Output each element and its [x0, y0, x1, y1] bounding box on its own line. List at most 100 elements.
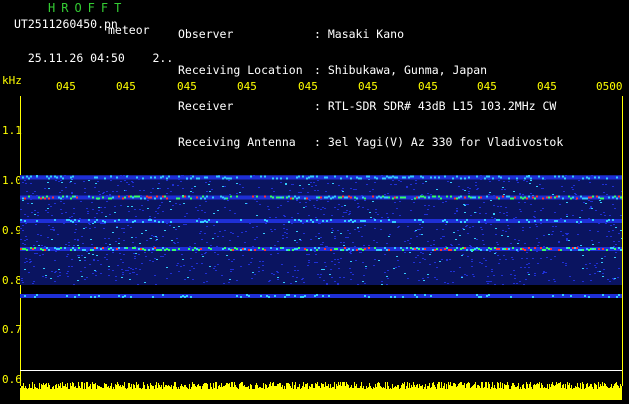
noise-speck [528, 263, 530, 264]
noise-speck [429, 264, 431, 265]
signal-pixel [392, 221, 394, 223]
noise-speck [341, 206, 343, 207]
noise-speck [506, 212, 508, 213]
signal-pixel [418, 296, 420, 298]
signal-pixel [404, 196, 406, 199]
level-bar [347, 384, 348, 400]
noise-speck [228, 180, 230, 181]
noise-speck [37, 212, 39, 213]
noise-speck [471, 251, 473, 252]
signal-pixel [526, 294, 528, 296]
signal-pixel [248, 175, 250, 178]
signal-pixel [226, 197, 228, 200]
signal-pixel [134, 247, 136, 249]
signal-pixel [584, 249, 586, 251]
level-bar [214, 388, 215, 400]
noise-speck [226, 255, 228, 256]
noise-speck [459, 267, 461, 268]
signal-pixel [122, 177, 124, 180]
noise-speck [357, 284, 359, 285]
signal-pixel [274, 219, 276, 221]
noise-speck [104, 238, 106, 239]
signal-pixel [422, 176, 424, 179]
signal-pixel [250, 220, 252, 222]
signal-pixel [34, 296, 36, 298]
noise-speck [337, 259, 339, 260]
signal-pixel [520, 175, 522, 178]
level-bar [343, 382, 344, 400]
signal-pixel [298, 219, 300, 221]
signal-pixel [484, 294, 486, 296]
noise-speck [84, 188, 86, 189]
signal-pixel [80, 219, 82, 221]
signal-pixel [618, 294, 620, 296]
level-bar [566, 389, 567, 400]
level-bar [395, 386, 396, 400]
noise-speck [334, 281, 336, 282]
noise-speck [467, 233, 469, 234]
noise-speck [461, 276, 463, 277]
noise-speck [308, 254, 310, 255]
signal-pixel [180, 221, 182, 223]
signal-pixel [446, 296, 448, 298]
noise-speck [354, 246, 356, 247]
noise-speck [388, 236, 390, 237]
signal-pixel [480, 249, 482, 251]
noise-speck [409, 252, 411, 253]
signal-pixel [310, 296, 312, 298]
level-bar [201, 389, 202, 400]
signal-pixel [320, 176, 322, 179]
noise-speck [537, 263, 539, 264]
noise-speck [520, 211, 522, 212]
signal-pixel [246, 176, 248, 179]
signal-pixel [150, 196, 152, 199]
signal-pixel [586, 294, 588, 296]
signal-pixel [368, 296, 370, 298]
noise-speck [524, 267, 526, 268]
signal-pixel [118, 176, 120, 179]
level-bar [231, 382, 232, 400]
noise-speck [190, 258, 192, 259]
signal-pixel [44, 175, 46, 178]
signal-pixel [110, 220, 112, 222]
signal-pixel [258, 177, 260, 180]
level-bar [114, 389, 115, 400]
noise-speck [345, 212, 347, 213]
noise-speck [75, 224, 77, 225]
noise-speck [77, 245, 79, 246]
signal-pixel [218, 196, 220, 199]
signal-pixel [218, 247, 220, 249]
level-bar [573, 388, 574, 400]
noise-speck [127, 270, 129, 271]
level-bar [127, 388, 128, 400]
level-bar [75, 386, 76, 400]
noise-speck [337, 284, 339, 285]
signal-pixel [406, 197, 408, 200]
level-bar [99, 386, 100, 400]
noise-speck [528, 274, 530, 275]
signal-pixel [158, 197, 160, 200]
signal-pixel [184, 177, 186, 180]
noise-speck [122, 272, 124, 273]
signal-pixel [304, 295, 306, 297]
signal-pixel [200, 248, 202, 250]
signal-pixel [430, 295, 432, 297]
signal-pixel [540, 296, 542, 298]
signal-pixel [84, 296, 86, 298]
signal-pixel [272, 296, 274, 298]
noise-speck [491, 269, 493, 270]
noise-speck [319, 277, 321, 278]
signal-pixel [244, 175, 246, 178]
level-bar [433, 382, 434, 400]
noise-speck [477, 188, 479, 189]
signal-pixel [184, 249, 186, 251]
noise-speck [27, 216, 29, 217]
level-bar [255, 385, 256, 400]
noise-speck [199, 233, 201, 234]
signal-pixel [260, 220, 262, 222]
noise-speck [566, 214, 568, 215]
noise-speck [523, 180, 525, 181]
noise-speck [31, 203, 33, 204]
signal-pixel [478, 248, 480, 250]
level-bar [418, 388, 419, 400]
